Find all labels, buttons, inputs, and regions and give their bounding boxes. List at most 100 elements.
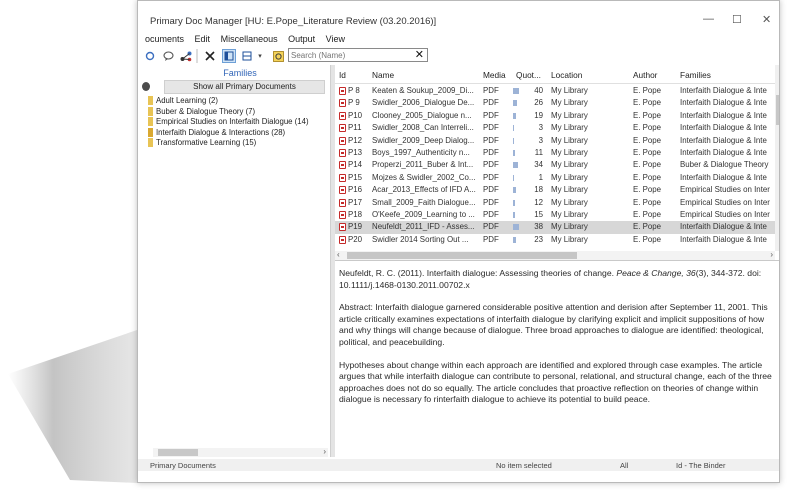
col-header-families[interactable]: Families [680,70,711,80]
menu-edit[interactable]: Edit [195,34,211,44]
cell-id: P17 [339,197,371,210]
link-icon[interactable] [144,49,156,63]
comment-icon[interactable] [162,49,174,63]
cell-id: P20 [339,234,371,247]
cell-name: Neufeldt_2011_IFD - Asses... [372,221,480,234]
table-row[interactable]: P14 Properzi_2011_Buber & Int... PDF 34 My L… [335,159,775,172]
status-filter: All [620,461,629,470]
table-vertical-scrollbar[interactable] [775,65,779,251]
chevron-down-icon[interactable]: ▾ [256,49,264,63]
pdf-file-icon [339,111,346,120]
table-row[interactable]: P 9 Swidler_2006_Dialogue De... PDF 26 My Li… [335,97,775,110]
menu-output[interactable]: Output [288,34,315,44]
family-item-empirical-studies[interactable]: Empirical Studies on Interfaith Dialogue… [148,117,328,128]
table-row[interactable]: P19 Neufeldt_2011_IFD - Asses... PDF 38 My L… [335,221,775,234]
search-input[interactable] [291,49,411,61]
families-horizontal-scrollbar[interactable]: › [153,447,328,457]
delete-icon[interactable] [204,49,216,63]
search-box[interactable]: ✕ [288,48,428,62]
cell-text: Acar_2013_Effects of IFD A... [372,185,476,195]
cell-media: PDF [483,209,513,222]
cell-text: Interfaith Dialogue & Inte [680,234,767,244]
cell-id: P 8 [339,85,371,98]
pdf-file-icon [339,99,346,108]
toolbar: ▾ ✕ [138,47,779,65]
cell-media: PDF [483,147,513,160]
pdf-file-icon [339,186,346,195]
close-button[interactable]: ✕ [762,13,771,26]
scroll-left-icon[interactable]: ‹ [337,250,340,259]
table-row[interactable]: P17 Small_2009_Faith Dialogue... PDF 12 My L… [335,197,775,210]
cell-media: PDF [483,159,513,172]
table-row[interactable]: P 8 Keaten & Soukup_2009_Di... PDF 40 My Lib… [335,85,775,98]
cell-text: My Library [551,123,588,133]
scrollbar-thumb[interactable] [347,252,577,259]
cell-text: P 8 [348,86,360,95]
table-row[interactable]: P10 Clooney_2005_Dialogue n... PDF 19 My Lib… [335,110,775,123]
cell-families: Interfaith Dialogue & Inte [680,147,774,160]
menu-miscellaneous[interactable]: Miscellaneous [221,34,278,44]
scroll-right-icon[interactable]: › [770,250,773,259]
cell-text: My Library [551,185,588,195]
cell-media: PDF [483,172,513,185]
family-item-buber-dialogue-theory[interactable]: Buber & Dialogue Theory (7) [148,107,328,118]
cell-author: E. Pope [633,184,678,197]
cell-text: Interfaith Dialogue & Inte [680,110,767,120]
families-toggle-icon[interactable] [142,82,150,91]
cell-text: E. Pope [633,148,662,157]
table-row[interactable]: P18 O'Keefe_2009_Learning to ... PDF 15 My L… [335,209,775,222]
col-header-name[interactable]: Name [372,70,394,80]
table-row[interactable]: P16 Acar_2013_Effects of IFD A... PDF 18 My … [335,184,775,197]
menu-view[interactable]: View [326,34,345,44]
cell-media: PDF [483,135,513,148]
table-row[interactable]: P13 Boys_1997_Authenticity n... PDF 11 My Li… [335,147,775,160]
maximize-button[interactable]: ☐ [732,13,742,26]
table-row[interactable]: P11 Swidler_2008_Can Interreli... PDF 3 My L… [335,122,775,135]
scroll-right-icon[interactable]: › [323,447,326,456]
cell-text: P13 [348,148,363,157]
minimize-button[interactable]: — [703,13,714,25]
cell-name: Mojzes & Swidler_2002_Co... [372,172,480,185]
table-horizontal-scrollbar[interactable]: ‹ › [335,250,775,260]
family-item-adult-learning[interactable]: Adult Learning (2) [148,96,328,107]
cell-location: My Library [551,234,631,247]
show-all-documents-button[interactable]: Show all Primary Documents [164,80,325,94]
col-header-media[interactable]: Media [483,70,506,80]
family-item-transformative-learning[interactable]: Transformative Learning (15) [148,138,328,149]
cell-text: E. Pope [633,110,662,120]
cell-author: E. Pope [633,122,678,135]
cell-quot: 18 [513,184,548,197]
table-row[interactable]: P15 Mojzes & Swidler_2002_Co... PDF 1 My Lib… [335,172,775,185]
cell-families: Interfaith Dialogue & Inte [680,234,774,247]
cell-text: My Library [551,234,588,244]
network-icon[interactable] [180,49,192,63]
scrollbar-thumb[interactable] [776,95,779,125]
col-header-quotations[interactable]: Quot... [516,70,541,80]
cell-quot: 1 [513,172,548,185]
col-header-location[interactable]: Location [551,70,582,80]
quotation-count: 38 [534,222,543,232]
cell-media: PDF [483,122,513,135]
cell-text: Swidler_2006_Dialogue De... [372,98,475,108]
scrollbar-thumb[interactable] [158,449,198,456]
quotation-count-bar [513,125,514,132]
hypotheses-text: Hypotheses about change within each appr… [339,359,772,405]
document-preview-pane: Neufeldt, R. C. (2011). Interfaith dialo… [335,265,779,457]
family-icon [148,127,153,137]
menu-documents[interactable]: ocuments [145,34,184,44]
split-view-icon[interactable] [240,49,254,63]
cell-families: Interfaith Dialogue & Inte [680,172,774,185]
single-pane-view-icon[interactable] [222,49,236,63]
cell-text: PDF [483,210,499,219]
cell-text: My Library [551,86,588,95]
filter-icon[interactable] [272,49,284,63]
cell-text: E. Pope [633,185,662,195]
table-row[interactable]: P12 Swidler_2009_Deep Dialog... PDF 3 My Lib… [335,135,775,148]
col-header-author[interactable]: Author [633,70,657,80]
cell-text: E. Pope [633,86,662,95]
table-row[interactable]: P20 Swidler 2014 Sorting Out ... PDF 23 My L… [335,234,775,247]
clear-search-icon[interactable]: ✕ [415,48,424,61]
quotation-count: 19 [534,110,543,120]
family-item-interfaith-dialogue[interactable]: Interfaith Dialogue & Interactions (28) [148,128,328,139]
col-header-id[interactable]: Id [339,70,346,80]
